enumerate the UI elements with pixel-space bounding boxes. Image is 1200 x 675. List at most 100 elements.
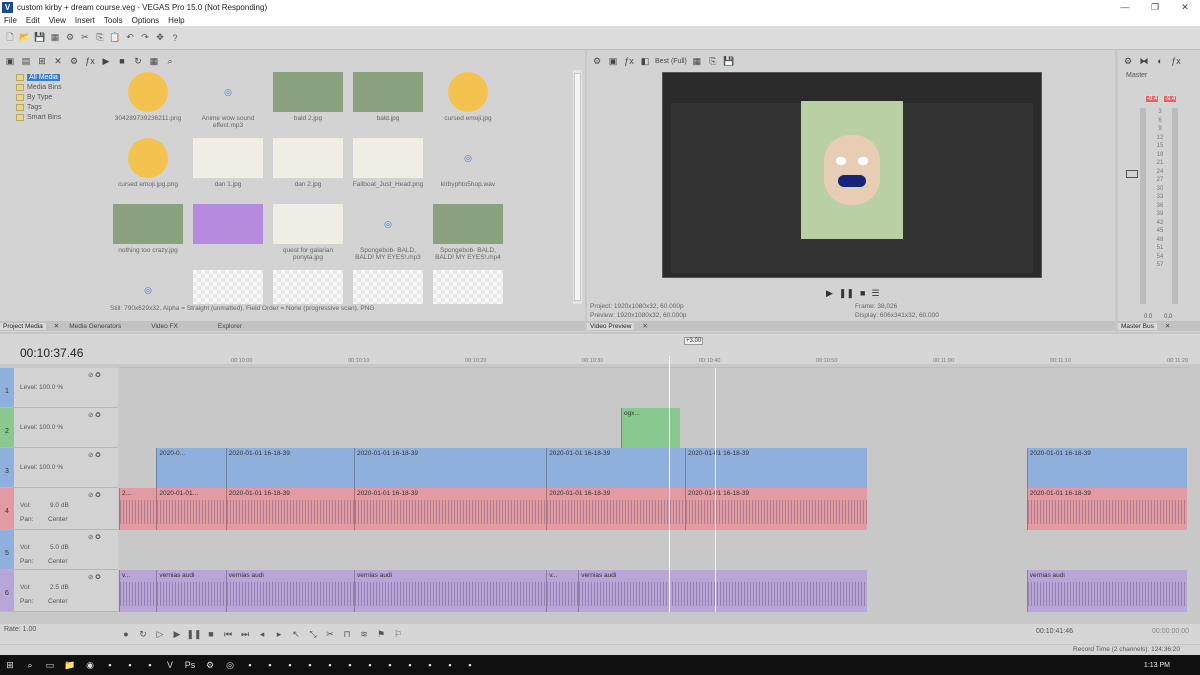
- taskbar-app-icon[interactable]: ▪: [280, 655, 300, 675]
- media-item[interactable]: cursed emoji.jpg: [430, 70, 506, 132]
- ripple-icon[interactable]: ≋: [358, 628, 370, 640]
- track-lane[interactable]: 2020-0... 2020-01-01 16-18-39 2020-01-01 1…: [119, 448, 1187, 488]
- split-screen-icon[interactable]: ◧: [639, 55, 651, 67]
- timeline-clip[interactable]: v...: [119, 570, 157, 612]
- fx-icon[interactable]: ƒx: [623, 55, 635, 67]
- taskbar-app-icon[interactable]: ▪: [120, 655, 140, 675]
- taskbar-app-icon[interactable]: ▪: [460, 655, 480, 675]
- timeline-clip[interactable]: 2020-01-01 16-18-39: [685, 448, 867, 488]
- menu-edit[interactable]: Edit: [26, 16, 40, 25]
- tab-master-bus[interactable]: Master Bus: [1118, 322, 1157, 330]
- media-item[interactable]: quest for galarian ponyta.jpg: [270, 202, 346, 264]
- mute-solo-icon[interactable]: ⊘ ✪: [88, 411, 101, 419]
- media-item[interactable]: [350, 268, 426, 304]
- timeline-clip[interactable]: 2020-01-01 16-18-39: [1026, 448, 1187, 488]
- menu-insert[interactable]: Insert: [75, 16, 95, 25]
- stop-icon[interactable]: ■: [116, 55, 128, 67]
- taskbar-app-icon[interactable]: ▪: [400, 655, 420, 675]
- loop-end-marker[interactable]: [715, 368, 716, 612]
- close-button[interactable]: ✕: [1170, 0, 1200, 14]
- media-item[interactable]: dan 1.jpg: [190, 136, 266, 198]
- taskbar-app-icon[interactable]: ▪: [380, 655, 400, 675]
- menu-view[interactable]: View: [49, 16, 66, 25]
- menu-tools[interactable]: Tools: [104, 16, 123, 25]
- media-item[interactable]: ◎ kirbyphto5hop.wav: [430, 136, 506, 198]
- edit-tool-icon[interactable]: ✥: [154, 32, 166, 44]
- envelope-tool-icon[interactable]: ⤡: [307, 628, 319, 640]
- tree-item-all-media[interactable]: All Media: [4, 72, 104, 82]
- taskbar-app-icon[interactable]: ▪: [260, 655, 280, 675]
- photoshop-icon[interactable]: Ps: [180, 655, 200, 675]
- remove-icon[interactable]: ✕: [52, 55, 64, 67]
- timeline-clip[interactable]: 2020-01-01 16-18-39: [546, 448, 686, 488]
- timeline-clip[interactable]: 2020-01-01 16-18-39: [353, 488, 547, 530]
- views-icon[interactable]: ▦: [148, 55, 160, 67]
- track-header[interactable]: 3 Level: 100.0 % ⊘ ✪: [0, 448, 118, 488]
- tab-video-preview[interactable]: Video Preview: [587, 322, 635, 330]
- new-icon[interactable]: 🗋: [4, 32, 16, 44]
- maximize-button[interactable]: ❐: [1140, 0, 1170, 14]
- stop-icon[interactable]: ■: [205, 628, 217, 640]
- loop-icon[interactable]: ↻: [137, 628, 149, 640]
- quality-dropdown[interactable]: Best (Full): [655, 58, 687, 65]
- play-icon[interactable]: ▶: [826, 288, 833, 299]
- save-snapshot-icon[interactable]: 💾: [723, 55, 735, 67]
- taskbar-app-icon[interactable]: ▪: [140, 655, 160, 675]
- copy-icon[interactable]: ⎘: [94, 32, 106, 44]
- master-fader[interactable]: [1126, 170, 1138, 178]
- track-lane[interactable]: v... vernias audi vernias audi vernias audi…: [119, 570, 1187, 612]
- selection-length[interactable]: 00:00:00;00: [1152, 628, 1189, 635]
- mute-solo-icon[interactable]: ⊘ ✪: [88, 533, 101, 541]
- paste-icon[interactable]: 📋: [109, 32, 121, 44]
- mute-solo-icon[interactable]: ⊘ ✪: [88, 451, 101, 459]
- media-item[interactable]: 304289739236211.png: [110, 70, 186, 132]
- media-item[interactable]: bald 2.jpg: [270, 70, 346, 132]
- tree-item-media-bins[interactable]: Media Bins: [4, 82, 104, 92]
- save-icon[interactable]: 💾: [34, 32, 46, 44]
- search-icon[interactable]: ⌕: [164, 55, 176, 67]
- timeline-clip[interactable]: vernias audi: [578, 570, 867, 612]
- auto-preview-icon[interactable]: ↻: [132, 55, 144, 67]
- media-item[interactable]: ◎: [110, 268, 186, 304]
- stop-icon[interactable]: ■: [860, 288, 865, 298]
- render-icon[interactable]: ▦: [49, 32, 61, 44]
- taskview-icon[interactable]: ▭: [40, 655, 60, 675]
- media-item[interactable]: cursed emoji.jpg.png: [110, 136, 186, 198]
- timeline-clip[interactable]: vernias audi: [225, 570, 354, 612]
- media-item[interactable]: Failboat_Just_Head.png: [350, 136, 426, 198]
- pause-icon[interactable]: ❚❚: [839, 288, 854, 299]
- timeline-clip[interactable]: ogx...: [620, 408, 680, 448]
- play-icon[interactable]: ▶: [171, 628, 183, 640]
- search-icon[interactable]: ⌕: [20, 655, 40, 675]
- tree-item-by-type[interactable]: By Type: [4, 92, 104, 102]
- track-header[interactable]: 2 Level: 100.0 % ⊘ ✪: [0, 408, 118, 448]
- get-media-icon[interactable]: ⊞: [36, 55, 48, 67]
- timeline-clip[interactable]: 2020-01-01 16-18-39: [1026, 488, 1187, 530]
- menu-icon[interactable]: ☰: [871, 288, 879, 299]
- timeline-clip[interactable]: 2020-01-01 16-18-39: [546, 488, 686, 530]
- time-ruler[interactable]: 00:10:00 00:10:10 00:10:20 00:10:30 00:10:40…: [119, 358, 1189, 368]
- timeline-clip[interactable]: vernias audi: [353, 570, 547, 612]
- play-from-start-icon[interactable]: ▷: [154, 628, 166, 640]
- media-item[interactable]: [430, 268, 506, 304]
- track-header[interactable]: 5 Vol: 5.0 dB Pan: Center ⊘ ✪: [0, 530, 118, 570]
- marker-icon[interactable]: ⚑: [375, 628, 387, 640]
- timeline-clip[interactable]: 2020-01-01 16-18-39: [225, 488, 354, 530]
- steam-icon[interactable]: ⚙: [200, 655, 220, 675]
- cursor-position[interactable]: 00:10:41:46: [1036, 628, 1073, 635]
- explorer-icon[interactable]: 📁: [60, 655, 80, 675]
- properties-icon[interactable]: ⚙: [64, 32, 76, 44]
- windows-icon[interactable]: ⊞: [0, 655, 20, 675]
- timeline-clip[interactable]: vernias audi: [156, 570, 226, 612]
- mute-solo-icon[interactable]: ⊘ ✪: [88, 573, 101, 581]
- taskbar-app-icon[interactable]: ▪: [320, 655, 340, 675]
- timeline-clip[interactable]: vernias audi: [1026, 570, 1187, 612]
- rate-marker[interactable]: +3.00: [684, 337, 704, 345]
- split-icon[interactable]: ✂: [324, 628, 336, 640]
- cut-icon[interactable]: ✂: [79, 32, 91, 44]
- close-icon[interactable]: ✕: [642, 322, 647, 330]
- copy-snapshot-icon[interactable]: ⎘: [707, 55, 719, 67]
- tab-project-media[interactable]: Project Media: [0, 322, 46, 330]
- taskbar-clock[interactable]: 1:13 PM: [1130, 659, 1170, 673]
- tree-item-smart-bins[interactable]: Smart Bins: [4, 112, 104, 122]
